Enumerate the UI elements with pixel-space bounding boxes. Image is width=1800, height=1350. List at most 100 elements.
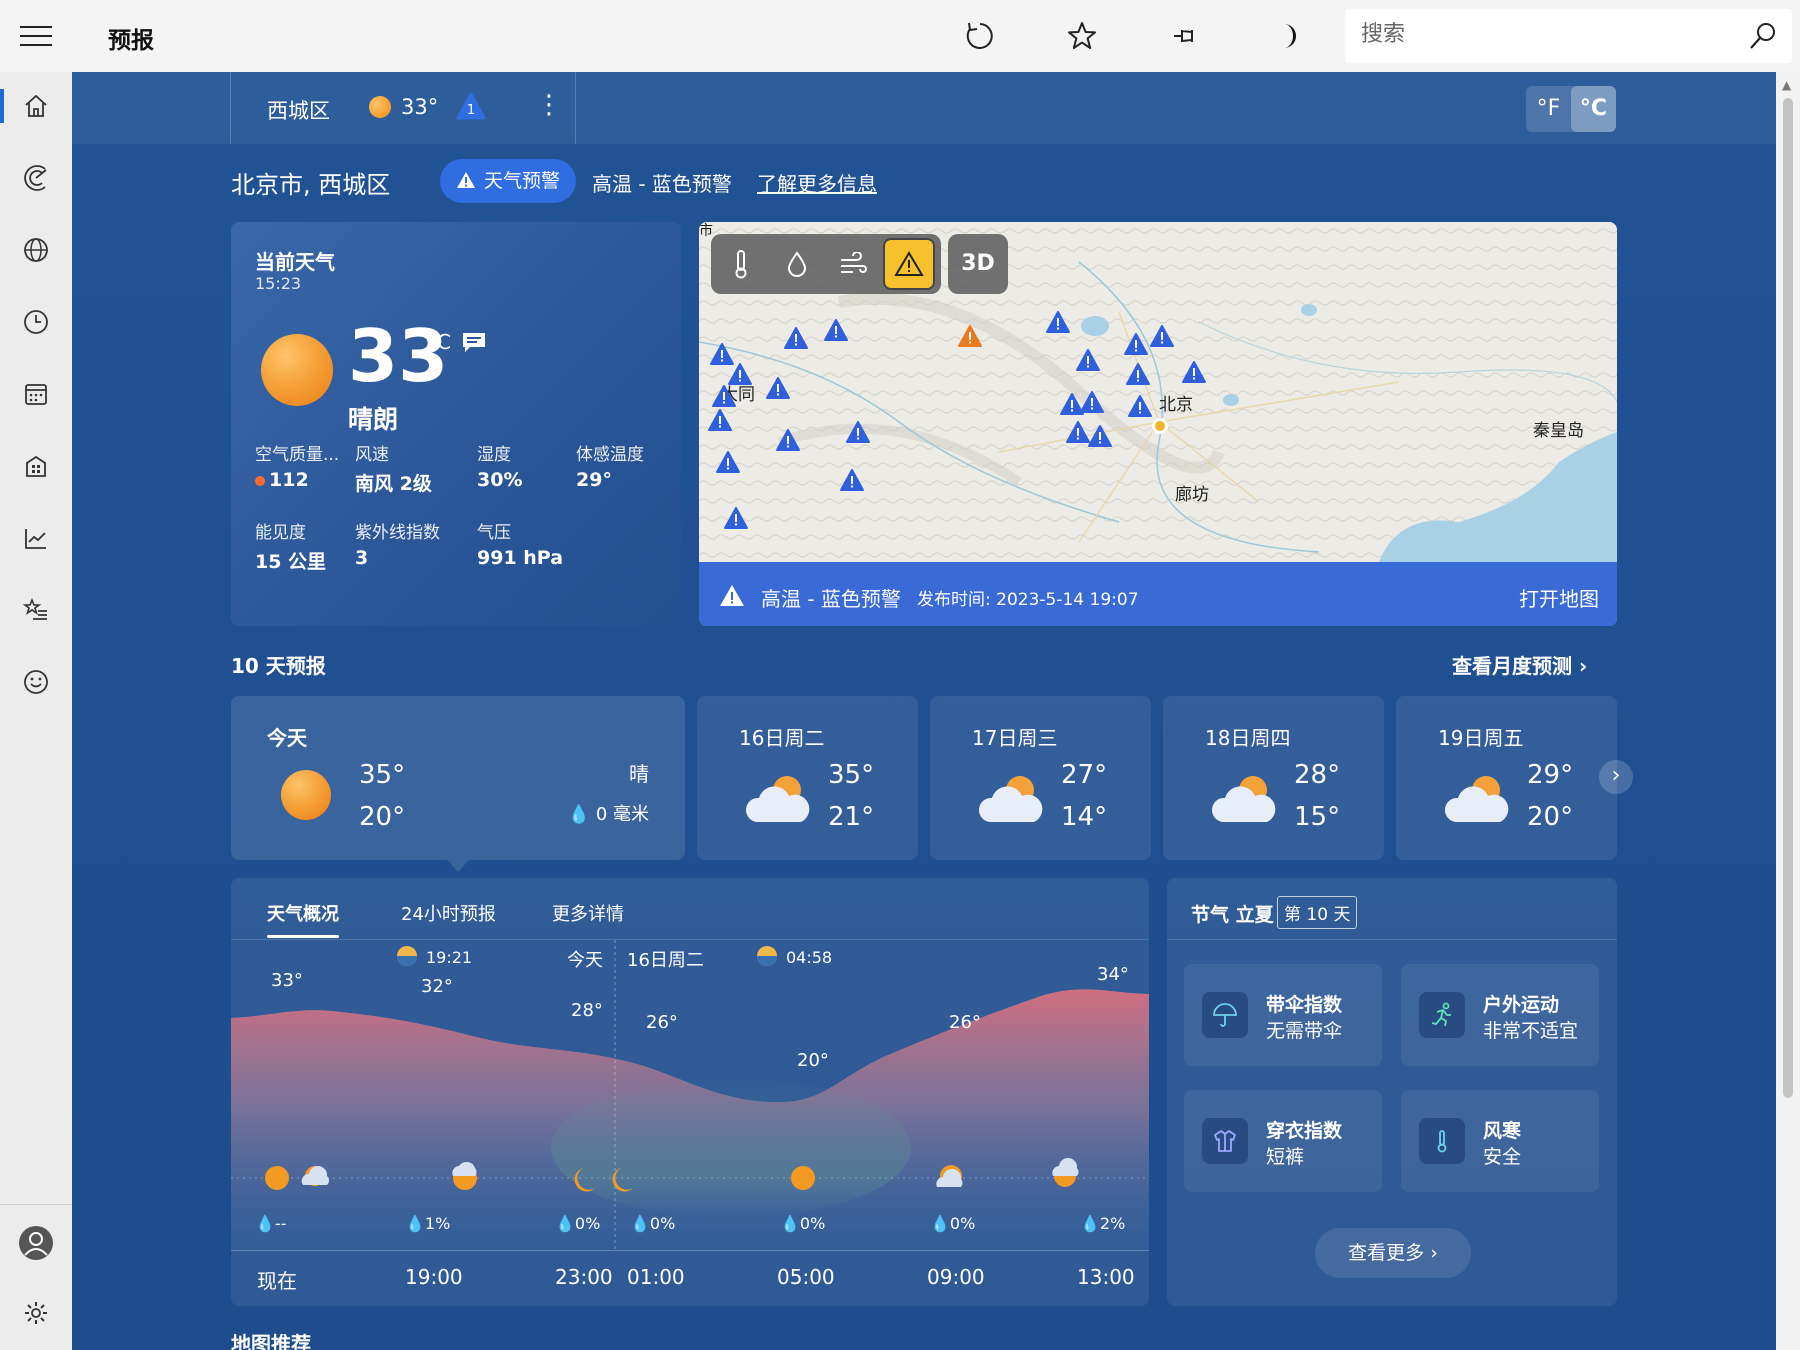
warning-marker-icon[interactable] — [1045, 310, 1071, 334]
warning-marker-icon[interactable] — [845, 420, 871, 444]
warning-marker-icon[interactable] — [723, 506, 749, 530]
partly-cloudy-icon — [1209, 772, 1279, 830]
scroll-up-icon[interactable]: ▲ — [1782, 78, 1791, 92]
hour-label: 05:00 — [777, 1265, 835, 1289]
nav-radar-icon[interactable] — [0, 147, 72, 209]
3d-button[interactable]: 3D — [948, 234, 1008, 294]
chevron-right-icon: › — [1578, 654, 1588, 678]
partly-cloudy-icon — [1442, 772, 1512, 830]
warning-marker-icon[interactable] — [727, 362, 753, 386]
hamburger-menu-icon[interactable] — [20, 26, 52, 48]
drop-icon[interactable] — [771, 238, 823, 290]
forecast-day-4[interactable]: 19日周五 29° 20° — [1396, 696, 1617, 860]
warning-marker-icon[interactable] — [1123, 332, 1149, 356]
current-weather-card[interactable]: 当前天气 15:23 33 °C 晴朗 空气质量... 112 风速 南风 2级… — [231, 222, 681, 626]
nav-home-icon[interactable] — [0, 75, 72, 137]
warning-icon — [719, 584, 745, 612]
umbrella-icon — [1202, 992, 1248, 1038]
fahrenheit-button[interactable]: °F — [1526, 86, 1571, 132]
warning-marker-icon[interactable] — [1149, 324, 1175, 348]
nav-favorites-icon[interactable] — [0, 579, 72, 641]
alert-count: 1 — [467, 103, 475, 118]
more-options-icon[interactable]: ⋮ — [536, 90, 562, 120]
current-weather-title: 当前天气 — [255, 250, 335, 274]
learn-more-link[interactable]: 了解更多信息 — [757, 168, 877, 197]
weather-alert-button[interactable]: 天气预警 — [440, 159, 576, 203]
warning-marker-icon[interactable] — [715, 450, 741, 474]
current-time: 15:23 — [255, 274, 302, 293]
location-tab[interactable]: 西城区 33° 1 ⋮ — [230, 72, 576, 144]
warning-marker-icon[interactable] — [765, 376, 791, 400]
jacket-icon — [1202, 1118, 1248, 1164]
location-marker-icon[interactable] — [1152, 418, 1168, 434]
precip-label: 💧2% — [1080, 1214, 1126, 1233]
warning-marker-icon[interactable] — [711, 384, 737, 408]
temp-label: 26° — [646, 1012, 678, 1033]
search-icon[interactable] — [1748, 21, 1778, 55]
warning-marker-icon[interactable] — [1075, 348, 1101, 372]
temp-label: 32° — [421, 976, 453, 997]
title-bar: 预报 — [0, 0, 1800, 72]
celsius-button[interactable]: °C — [1571, 86, 1616, 132]
nav-calendar-icon[interactable] — [0, 363, 72, 425]
location-bar: 西城区 33° 1 ⋮ °F °C — [72, 72, 1776, 144]
nav-chart-icon[interactable] — [0, 507, 72, 569]
warning-marker-icon[interactable] — [839, 468, 865, 492]
warning-marker-icon[interactable] — [1087, 424, 1113, 448]
next-days-chevron-icon[interactable]: › — [1599, 760, 1633, 794]
nav-divider — [0, 1204, 72, 1205]
warning-marker-icon[interactable] — [1127, 394, 1153, 418]
wind-icon[interactable] — [827, 238, 879, 290]
index-clothing[interactable]: 穿衣指数 短裤 — [1184, 1090, 1382, 1192]
scrollbar[interactable]: ▲ — [1776, 72, 1800, 1350]
sun-icon — [281, 770, 331, 820]
warning-marker-icon[interactable] — [707, 408, 733, 432]
warning-marker-icon[interactable] — [823, 318, 849, 342]
map-alert-bar[interactable]: 高温 - 蓝色预警 发布时间: 2023-5-14 19:07 打开地图 — [699, 562, 1617, 626]
see-more-button[interactable]: 查看更多 › — [1315, 1228, 1471, 1278]
index-windchill[interactable]: 风寒 安全 — [1401, 1090, 1599, 1192]
star-icon[interactable] — [1062, 16, 1102, 56]
alert-badge-icon: 1 — [456, 92, 486, 120]
precip-label: 💧0% — [780, 1214, 826, 1233]
index-outdoor[interactable]: 户外运动 非常不适宜 — [1401, 964, 1599, 1066]
stat-humidity: 湿度 30% — [477, 445, 523, 491]
gear-icon[interactable] — [0, 1282, 72, 1344]
forecast-day-2[interactable]: 17日周三 27° 14° — [930, 696, 1151, 860]
alert-text: 高温 - 蓝色预警 — [592, 172, 732, 196]
search-input[interactable] — [1361, 22, 1731, 47]
nav-clock-icon[interactable] — [0, 291, 72, 353]
forecast-day-1[interactable]: 16日周二 35° 21° — [697, 696, 918, 860]
message-icon[interactable] — [462, 332, 486, 358]
unit-toggle: °F °C — [1526, 86, 1616, 132]
hour-label: 23:00 — [555, 1265, 613, 1289]
pin-icon[interactable] — [1166, 16, 1206, 56]
avatar-icon[interactable] — [0, 1212, 72, 1274]
forecast-day-3[interactable]: 18日周四 28° 15° — [1163, 696, 1384, 860]
moon-icon[interactable] — [1268, 16, 1308, 56]
map-alert-time: 发布时间: 2023-5-14 19:07 — [917, 590, 1139, 610]
index-umbrella[interactable]: 带伞指数 无需带伞 — [1184, 964, 1382, 1066]
warning-marker-icon[interactable] — [957, 324, 983, 348]
map-card[interactable]: 大同 北京 廊坊 秦皇岛 市 3D 高温 - 蓝色预警 发布时间: 2023-5… — [699, 222, 1617, 626]
warning-layer-icon[interactable] — [883, 238, 935, 290]
nav-smile-icon[interactable] — [0, 651, 72, 713]
thermometer-icon[interactable] — [715, 238, 767, 290]
map-label-beijing: 北京 — [1159, 395, 1193, 415]
warning-marker-icon[interactable] — [775, 428, 801, 452]
nav-globe-icon[interactable] — [0, 219, 72, 281]
warning-marker-icon[interactable] — [783, 326, 809, 350]
refresh-icon[interactable] — [960, 16, 1000, 56]
stat-wind: 风速 南风 2级 — [355, 445, 432, 495]
warning-marker-icon[interactable] — [1079, 390, 1105, 414]
nav-building-icon[interactable] — [0, 435, 72, 497]
next-day-label: 16日周二 — [627, 950, 704, 971]
monthly-forecast-link[interactable]: 查看月度预测 › — [1452, 650, 1587, 679]
scrollbar-thumb[interactable] — [1783, 98, 1793, 1098]
current-unit: °C — [427, 330, 451, 354]
warning-marker-icon[interactable] — [1125, 362, 1151, 386]
forecast-day-today[interactable]: 今天 35° 20° 晴 💧 0 毫米 — [231, 696, 685, 872]
stat-aqi[interactable]: 空气质量... 112 — [255, 440, 339, 491]
warning-marker-icon[interactable] — [1181, 360, 1207, 384]
open-map-link[interactable]: 打开地图 — [1519, 583, 1599, 612]
